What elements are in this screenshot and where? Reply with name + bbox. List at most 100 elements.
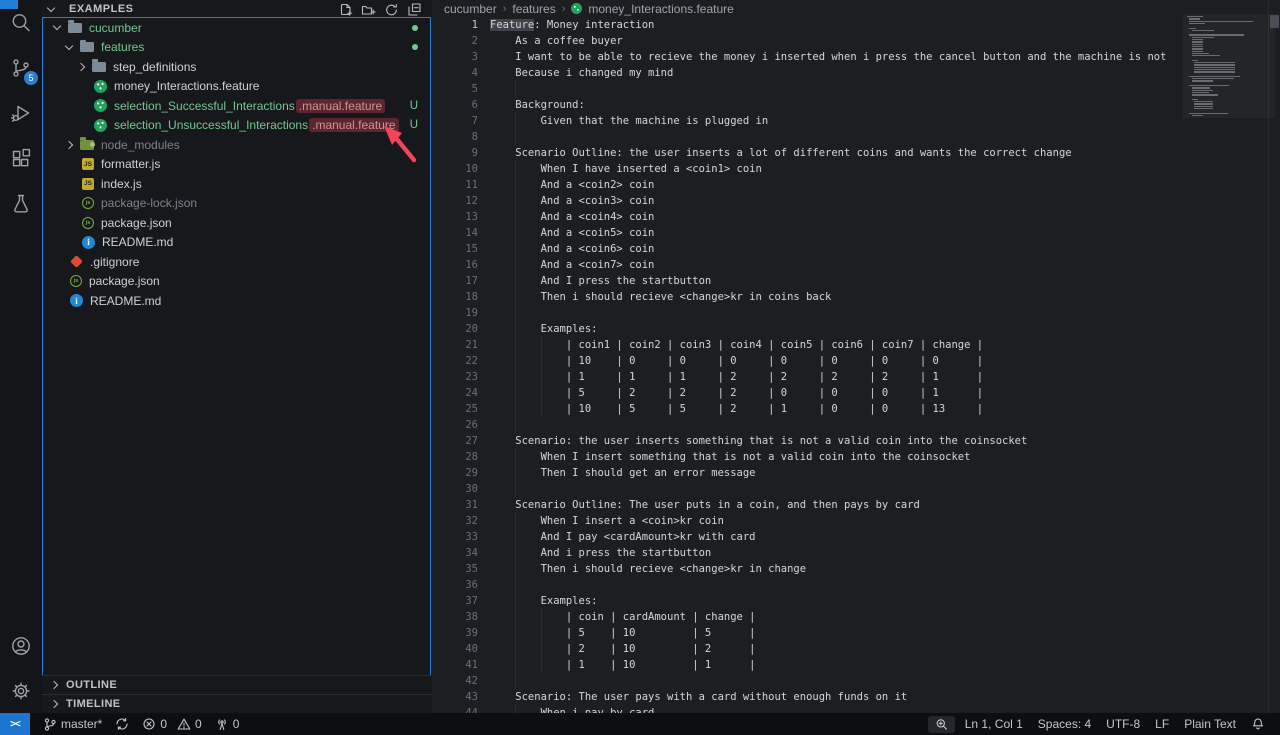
tree-item--gitignore[interactable]: .gitignore	[42, 252, 432, 272]
code-line[interactable]: 22 | 10 | 0 | 0 | 0 | 0 | 0 | 0 | 0 |	[432, 353, 1183, 369]
code-line[interactable]: 26	[432, 417, 1183, 433]
code-line[interactable]: 40 | 2 | 10 | 2 |	[432, 641, 1183, 657]
code-line[interactable]: 24 | 5 | 2 | 2 | 2 | 0 | 0 | 0 | 1 |	[432, 385, 1183, 401]
tree-item-node-modules[interactable]: node_modules	[42, 135, 432, 155]
ports-status[interactable]: 0	[215, 717, 240, 731]
code-line[interactable]: 3 I want to be able to recieve the money…	[432, 49, 1183, 65]
indentation-status[interactable]: Spaces: 4	[1038, 717, 1091, 731]
code-line[interactable]: 8	[432, 129, 1183, 145]
code-line[interactable]: 16 And a <coin7> coin	[432, 257, 1183, 273]
source-control-icon[interactable]: 5	[0, 45, 42, 90]
timeline-section-header[interactable]: TIMELINE	[42, 694, 432, 713]
code-line[interactable]: 5	[432, 81, 1183, 97]
tree-item-cucumber[interactable]: cucumber	[42, 18, 432, 38]
code-line[interactable]: 1Feature: Money interaction	[432, 17, 1183, 33]
js-file-icon	[82, 178, 94, 190]
scrollbar-thumb[interactable]	[1270, 15, 1279, 28]
indent-guide	[541, 353, 542, 369]
code-line[interactable]: 32 When I insert a <coin>kr coin	[432, 513, 1183, 529]
new-file-icon[interactable]	[338, 2, 353, 17]
breadcrumb-item[interactable]: features	[512, 2, 555, 16]
sync-icon[interactable]	[115, 717, 129, 731]
tree-item-formatter-js[interactable]: formatter.js	[42, 155, 432, 175]
breadcrumb-item[interactable]: money_Interactions.feature	[588, 2, 733, 16]
tree-item-features[interactable]: features	[42, 38, 432, 58]
code-line[interactable]: 12 And a <coin3> coin	[432, 193, 1183, 209]
outline-section-header[interactable]: OUTLINE	[42, 675, 432, 694]
code-line[interactable]: 11 And a <coin2> coin	[432, 177, 1183, 193]
code-text: Background:	[490, 97, 585, 113]
code-line[interactable]: 17 And I press the startbutton	[432, 273, 1183, 289]
refresh-explorer-icon[interactable]	[384, 2, 399, 17]
code-line[interactable]: 4 Because i changed my mind	[432, 65, 1183, 81]
tree-item-label: package.json	[101, 216, 172, 230]
minimap[interactable]	[1187, 16, 1272, 120]
cursor-position[interactable]: Ln 1, Col 1	[965, 717, 1023, 731]
zoom-icon[interactable]	[928, 716, 955, 733]
minimap-line	[1194, 64, 1235, 65]
code-line[interactable]: 13 And a <coin4> coin	[432, 209, 1183, 225]
tree-item-package-lock-json[interactable]: package-lock.json	[42, 194, 432, 214]
minimap-line	[1194, 62, 1235, 63]
testing-icon[interactable]	[0, 180, 42, 225]
extensions-icon[interactable]	[0, 135, 42, 180]
code-line[interactable]: 9 Scenario Outline: the user inserts a l…	[432, 145, 1183, 161]
remote-indicator[interactable]: ><	[0, 713, 30, 735]
code-line[interactable]: 2 As a coffee buyer	[432, 33, 1183, 49]
code-line[interactable]: 43 Scenario: The user pays with a card w…	[432, 689, 1183, 705]
code-line[interactable]: 44 When i pay by card	[432, 705, 1183, 713]
code-line[interactable]: 20 Examples:	[432, 321, 1183, 337]
code-line[interactable]: 25 | 10 | 5 | 5 | 2 | 1 | 0 | 0 | 13 |	[432, 401, 1183, 417]
explorer-section-header[interactable]: EXAMPLES	[42, 0, 432, 18]
settings-gear-icon[interactable]	[0, 668, 42, 713]
code-line[interactable]: 36	[432, 577, 1183, 593]
code-line[interactable]: 29 Then I should get an error message	[432, 465, 1183, 481]
code-area[interactable]: 1Feature: Money interaction2 As a coffee…	[432, 17, 1183, 713]
code-line[interactable]: 38 | coin | cardAmount | change |	[432, 609, 1183, 625]
indent-guide	[515, 337, 516, 353]
code-line[interactable]: 27 Scenario: the user inserts something …	[432, 433, 1183, 449]
code-line[interactable]: 23 | 1 | 1 | 1 | 2 | 2 | 2 | 2 | 1 |	[432, 369, 1183, 385]
code-line[interactable]: 18 Then i should recieve <change>kr in c…	[432, 289, 1183, 305]
tree-item-step-definitions[interactable]: step_definitions	[42, 57, 432, 77]
code-line[interactable]: 30	[432, 481, 1183, 497]
code-line[interactable]: 42	[432, 673, 1183, 689]
code-line[interactable]: 28 When I insert something that is not a…	[432, 449, 1183, 465]
code-line[interactable]: 33 And I pay <cardAmount>kr with card	[432, 529, 1183, 545]
notifications-bell-icon[interactable]	[1251, 717, 1265, 731]
tree-item-package-json[interactable]: package.json	[42, 213, 432, 233]
code-line[interactable]: 37 Examples:	[432, 593, 1183, 609]
code-line[interactable]: 15 And a <coin6> coin	[432, 241, 1183, 257]
code-line[interactable]: 31 Scenario Outline: The user puts in a …	[432, 497, 1183, 513]
code-line[interactable]: 6 Background:	[432, 97, 1183, 113]
git-branch[interactable]: master*	[43, 717, 102, 732]
tree-item-readme-md[interactable]: README.md	[42, 233, 432, 253]
code-line[interactable]: 14 And a <coin5> coin	[432, 225, 1183, 241]
run-and-debug-icon[interactable]	[0, 90, 42, 135]
breadcrumb-item[interactable]: cucumber	[444, 2, 497, 16]
problems-status[interactable]: 0 0	[142, 717, 201, 731]
code-line[interactable]: 39 | 5 | 10 | 5 |	[432, 625, 1183, 641]
tree-item-selection-successful-interactions[interactable]: selection_Successful_Interactions.manual…	[42, 96, 432, 116]
tree-item-label: README.md	[102, 235, 173, 249]
encoding-status[interactable]: UTF-8	[1106, 717, 1140, 731]
code-line[interactable]: 35 Then i should recieve <change>kr in c…	[432, 561, 1183, 577]
code-line[interactable]: 34 And i press the startbutton	[432, 545, 1183, 561]
eol-status[interactable]: LF	[1155, 717, 1169, 731]
code-line[interactable]: 21 | coin1 | coin2 | coin3 | coin4 | coi…	[432, 337, 1183, 353]
tree-item-selection-unsuccessful-interactions[interactable]: selection_Unsuccessful_Interactions.manu…	[42, 116, 432, 136]
tree-item-index-js[interactable]: index.js	[42, 174, 432, 194]
code-line[interactable]: 19	[432, 305, 1183, 321]
accounts-icon[interactable]	[0, 623, 42, 668]
collapse-folders-icon[interactable]	[407, 2, 422, 17]
code-line[interactable]: 41 | 1 | 10 | 1 |	[432, 657, 1183, 673]
tree-item-package-json[interactable]: package.json	[42, 272, 432, 292]
search-icon[interactable]	[0, 0, 42, 45]
code-line[interactable]: 7 Given that the machine is plugged in	[432, 113, 1183, 129]
minimap-line	[1194, 108, 1213, 109]
tree-item-readme-md[interactable]: README.md	[42, 291, 432, 311]
language-mode[interactable]: Plain Text	[1184, 717, 1236, 731]
new-folder-icon[interactable]	[361, 2, 376, 17]
tree-item-money-interactions-feature[interactable]: money_Interactions.feature	[42, 77, 432, 97]
code-line[interactable]: 10 When I have inserted a <coin1> coin	[432, 161, 1183, 177]
